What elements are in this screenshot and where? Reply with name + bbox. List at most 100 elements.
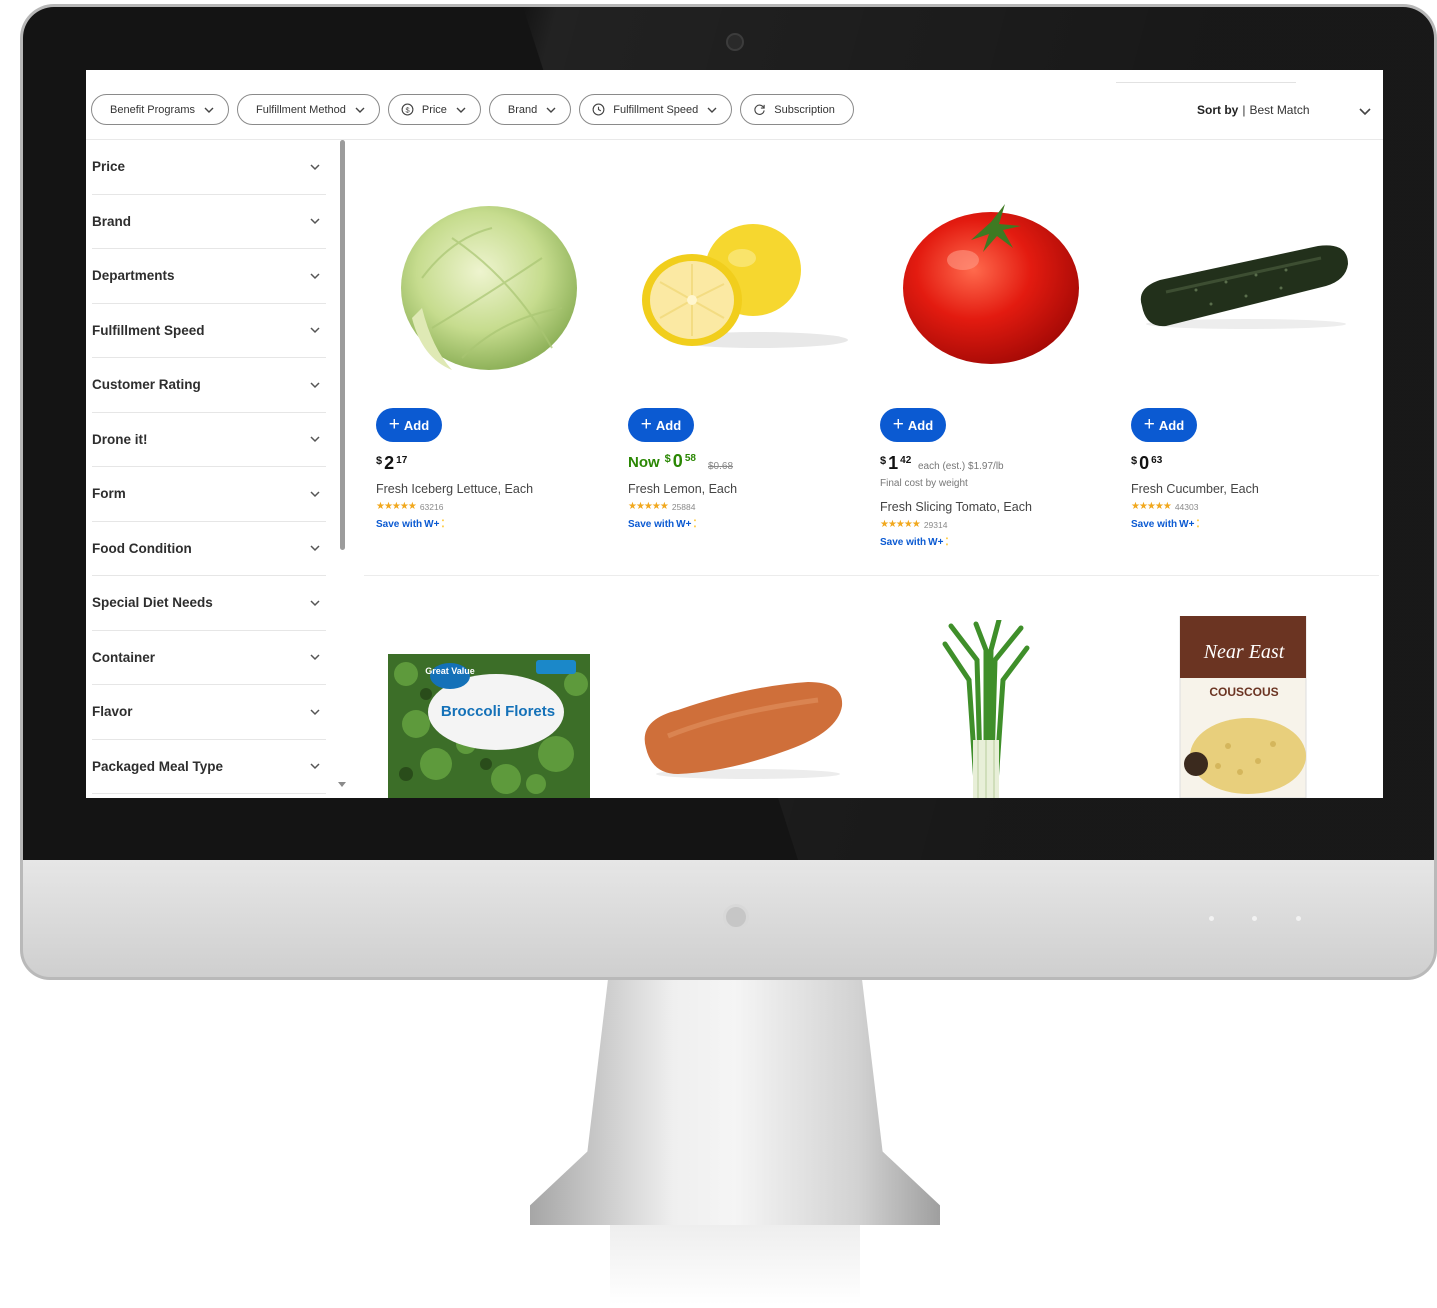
scroll-down-arrow-icon[interactable] <box>338 782 346 787</box>
product-name[interactable]: Fresh Cucumber, Each <box>1131 482 1259 496</box>
save-with-walmart-plus[interactable]: Save with W+ ⁚ <box>376 519 445 530</box>
facet-price[interactable]: Price <box>92 140 326 195</box>
broccoli-bag-image[interactable]: Great Value Broccoli Florets <box>386 654 592 798</box>
was-price: $0.68 <box>708 461 734 472</box>
sort-label: Sort by <box>1197 103 1239 117</box>
chevron-down-icon <box>455 104 467 116</box>
monitor-stand <box>530 980 940 1225</box>
cucumber-image[interactable] <box>1136 242 1351 332</box>
facet-departments[interactable]: Departments <box>92 249 326 304</box>
sort-value: Best Match <box>1249 103 1310 117</box>
chevron-down-icon <box>354 104 366 116</box>
save-with-label: Save with <box>1131 519 1178 530</box>
save-with-walmart-plus[interactable]: Save with W+ ⁚ <box>880 537 949 548</box>
star-rating: ★★★★★ 25884 <box>628 501 695 512</box>
filter-chip-label: Benefit Programs <box>110 103 195 116</box>
chevron-down-icon <box>308 432 322 446</box>
stars-icon: ★★★★★ <box>628 501 669 512</box>
filter-chip-fulfillment-method[interactable]: Fulfillment Method <box>236 94 380 125</box>
sort-divider: | <box>1242 103 1246 117</box>
save-with-walmart-plus[interactable]: Save with W+ ⁚ <box>1131 519 1200 530</box>
green-onion-image[interactable] <box>941 620 1031 798</box>
facet-form[interactable]: Form <box>92 467 326 522</box>
add-button[interactable]: + Add <box>1131 408 1197 442</box>
browser-viewport: Benefit Programs Fulfillment Method $ Price… <box>86 70 1383 798</box>
price-currency: $ <box>664 453 671 465</box>
facet-food-condition[interactable]: Food Condition <box>92 522 326 576</box>
filter-chip-fulfillment-speed[interactable]: Fulfillment Speed <box>579 94 733 125</box>
facet-label: Special Diet Needs <box>92 595 213 611</box>
facet-sidebar: Price Brand Departments Fulfillment Speed Cu… <box>92 140 326 798</box>
add-button-label: Add <box>907 417 934 433</box>
facet-label: Departments <box>92 268 175 284</box>
facet-container[interactable]: Container <box>92 631 326 685</box>
walmart-plus-badge: W+ <box>676 519 692 530</box>
spark-icon: ⁚ <box>1196 519 1200 530</box>
price-currency: $ <box>880 455 887 467</box>
couscous-box-image[interactable]: Near East COUSCOUS <box>1178 616 1308 798</box>
star-rating: ★★★★★ 63216 <box>376 501 443 512</box>
filter-chip-label: Fulfillment Speed <box>613 103 699 116</box>
facet-label: Drone it! <box>92 431 148 447</box>
price-cents: 42 <box>900 455 912 466</box>
facet-drone-it[interactable]: Drone it! <box>92 413 326 467</box>
indicator-dot <box>1296 916 1301 921</box>
facet-flavor[interactable]: Flavor <box>92 685 326 740</box>
product-name[interactable]: Fresh Iceberg Lettuce, Each <box>376 482 533 496</box>
lettuce-image[interactable] <box>392 198 582 376</box>
chevron-down-icon <box>545 104 557 116</box>
star-rating: ★★★★★ 44303 <box>1131 501 1198 512</box>
tomato-image[interactable] <box>901 200 1081 365</box>
add-button[interactable]: + Add <box>376 408 442 442</box>
chevron-down-icon <box>308 541 322 555</box>
bag-title: Broccoli Florets <box>441 703 555 720</box>
facet-packaged-meal-type[interactable]: Packaged Meal Type <box>92 740 326 794</box>
chevron-down-icon[interactable] <box>1358 104 1372 118</box>
facet-special-diet-needs[interactable]: Special Diet Needs <box>92 576 326 631</box>
unit-price: each (est.) $1.97/lb <box>918 461 1004 472</box>
spark-icon: ⁚ <box>945 537 949 548</box>
filter-chip-price[interactable]: $ Price <box>387 94 481 125</box>
facet-brand[interactable]: Brand <box>92 195 326 249</box>
product-name[interactable]: Fresh Slicing Tomato, Each <box>880 500 1032 514</box>
save-with-walmart-plus[interactable]: Save with W+ ⁚ <box>628 519 697 530</box>
filter-chip-subscription[interactable]: Subscription <box>740 94 854 125</box>
lemon-image[interactable] <box>638 220 848 350</box>
box-brand: Near East <box>1203 641 1285 663</box>
stars-icon: ★★★★★ <box>880 519 921 530</box>
weight-note: Final cost by weight <box>880 478 968 489</box>
add-button[interactable]: + Add <box>628 408 694 442</box>
product-price: $0 63 <box>1131 454 1162 472</box>
facet-label: Price <box>92 159 126 175</box>
filter-chip-benefit-programs[interactable]: Benefit Programs <box>91 94 229 125</box>
search-underline <box>1116 82 1296 83</box>
add-button[interactable]: + Add <box>880 408 946 442</box>
walmart-plus-badge: W+ <box>928 537 944 548</box>
price-dollars: 2 <box>384 453 395 473</box>
bag-brand: Great Value <box>425 666 475 676</box>
facet-label: Form <box>92 486 126 502</box>
sweet-potato-image[interactable] <box>638 676 848 780</box>
filter-chip-label: Fulfillment Method <box>255 103 346 116</box>
plus-icon: + <box>1143 413 1155 435</box>
review-count: 44303 <box>1174 501 1199 512</box>
sidebar-scrollbar[interactable] <box>340 140 345 550</box>
save-with-label: Save with <box>376 519 423 530</box>
price-currency: $ <box>1131 455 1138 467</box>
chevron-down-icon <box>308 759 322 773</box>
filter-chip-brand[interactable]: Brand <box>488 94 572 125</box>
product-name[interactable]: Fresh Lemon, Each <box>628 482 737 496</box>
refresh-icon <box>753 103 766 116</box>
filter-chip-label: Brand <box>507 103 538 116</box>
walmart-plus-badge: W+ <box>424 519 440 530</box>
filter-chip-label: Price <box>421 103 447 116</box>
facet-fulfillment-speed[interactable]: Fulfillment Speed <box>92 304 326 358</box>
chevron-down-icon <box>308 323 322 337</box>
chevron-down-icon <box>308 596 322 610</box>
webcam-icon <box>726 33 744 51</box>
chevron-down-icon <box>308 160 322 174</box>
facet-customer-rating[interactable]: Customer Rating <box>92 358 326 413</box>
price-cents: 58 <box>684 453 696 464</box>
sort-control[interactable]: Sort by | Best Match <box>1197 103 1310 117</box>
review-count: 63216 <box>419 501 444 512</box>
